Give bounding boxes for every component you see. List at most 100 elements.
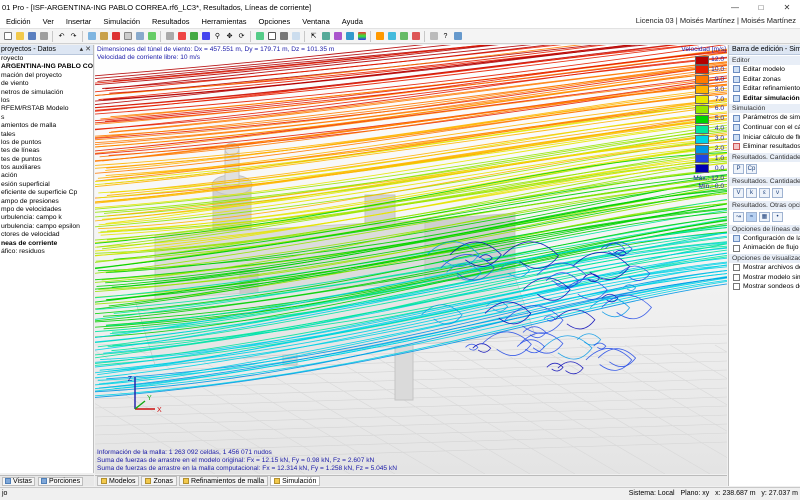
menu-item-simulacion[interactable]: Simulación	[97, 17, 146, 26]
navigator-item[interactable]: eficiente de superficie Cp	[0, 189, 93, 197]
streamline-scene[interactable]: Z XY	[95, 45, 727, 474]
settings-icon[interactable]	[428, 31, 439, 42]
edit-refinements-item[interactable]: Editar refinamientos	[729, 84, 800, 94]
undo-icon[interactable]: ↶	[56, 31, 67, 42]
navigator-item[interactable]: ación	[0, 172, 93, 180]
close-icon[interactable]: ✕	[774, 0, 800, 14]
pressure-icon[interactable]	[410, 31, 421, 42]
navigator-item[interactable]: esión superficial	[0, 181, 93, 189]
pan-icon[interactable]: ✥	[224, 31, 235, 42]
streamlines-button[interactable]: ≈	[746, 211, 757, 222]
help-icon[interactable]: ?	[440, 31, 451, 42]
menu-item-edicion[interactable]: Edición	[0, 17, 37, 26]
show-simplified-model-checkbox[interactable]	[733, 273, 740, 281]
probes-button[interactable]: •	[772, 211, 783, 222]
start-calc-item[interactable]: Iniciar cálculo de flujo	[729, 133, 800, 143]
minimize-icon[interactable]: —	[722, 0, 748, 14]
wireframe-icon[interactable]	[266, 31, 277, 42]
vectors-icon[interactable]	[398, 31, 409, 42]
navigator-item[interactable]: ctores de velocidad	[0, 231, 93, 239]
menu-item-ventana[interactable]: Ventana	[296, 17, 336, 26]
menu-item-opciones[interactable]: Opciones	[253, 17, 297, 26]
navigator-item[interactable]: de viento	[0, 80, 93, 88]
continue-calc-item[interactable]: Continuar con el cálculo	[729, 123, 800, 133]
zoom-icon[interactable]: ⚲	[212, 31, 223, 42]
navigator-item[interactable]: tes de líneas	[0, 147, 93, 155]
nu-button[interactable]: ν	[772, 187, 783, 198]
3d-viewport[interactable]: Z XY Dimensiones del túnel de viento: Dx …	[95, 45, 727, 474]
show-point-probes-checkbox[interactable]	[733, 283, 740, 291]
mesh-icon[interactable]	[134, 31, 145, 42]
tab-porciones[interactable]: Porciones	[37, 476, 84, 486]
solid-icon[interactable]	[278, 31, 289, 42]
rotate-icon[interactable]: ⟳	[236, 31, 247, 42]
model-icon[interactable]	[86, 31, 97, 42]
navigator-item[interactable]: tales	[0, 131, 93, 139]
navigator-item[interactable]: áfico: residuos	[0, 248, 93, 256]
navigator-item[interactable]: urbulencia: campo k	[0, 214, 93, 222]
view-iso-icon[interactable]	[164, 31, 175, 42]
tab-simulacion[interactable]: Simulación	[270, 476, 321, 486]
navigator-item[interactable]: tos auxiliares	[0, 164, 93, 172]
info-icon[interactable]	[452, 31, 463, 42]
menu-item-ayuda[interactable]: Ayuda	[336, 17, 369, 26]
show-result-files-item[interactable]: Mostrar archivos de resultados	[729, 263, 800, 273]
navigator-item[interactable]: urbulencia: campo epsilon	[0, 223, 93, 231]
navigator-item[interactable]: tes de puntos	[0, 156, 93, 164]
print-icon[interactable]	[38, 31, 49, 42]
edit-zones-item[interactable]: Editar zonas	[729, 75, 800, 85]
select-icon[interactable]: ⇱	[308, 31, 319, 42]
transparent-icon[interactable]	[290, 31, 301, 42]
navigator-item[interactable]: royecto	[0, 55, 93, 63]
tab-refinamientos[interactable]: Refinamientos de malla	[178, 476, 269, 486]
cp-button[interactable]: Cp	[746, 163, 757, 174]
edit-model-item[interactable]: Editar modelo	[729, 65, 800, 75]
tab-vistas[interactable]: Vistas	[2, 476, 35, 486]
tab-zonas[interactable]: Zonas	[141, 476, 177, 486]
velocity-button[interactable]: V	[733, 187, 744, 198]
menu-item-herramientas[interactable]: Herramientas	[196, 17, 253, 26]
edit-simulation-item[interactable]: Editar simulación	[729, 94, 800, 104]
stop-icon[interactable]	[110, 31, 121, 42]
navigator-item[interactable]: ampo de presiones	[0, 198, 93, 206]
show-point-probes-item[interactable]: Mostrar sondeos de puntos	[729, 282, 800, 292]
section-icon[interactable]	[332, 31, 343, 42]
save-icon[interactable]	[26, 31, 37, 42]
probe-icon[interactable]	[344, 31, 355, 42]
navigator-item[interactable]: ARGENTINA-ING PABLO CORRE.	[0, 63, 93, 71]
streamlines-icon[interactable]	[386, 31, 397, 42]
pin-icon[interactable]: ▴ ✕	[80, 45, 91, 53]
navigator-item[interactable]: s	[0, 114, 93, 122]
sim-parameters-item[interactable]: Parámetros de simulación	[729, 113, 800, 123]
navigator-item[interactable]: netros de simulación	[0, 89, 93, 97]
zones-icon[interactable]	[98, 31, 109, 42]
legend-icon[interactable]	[356, 31, 367, 42]
flow-animation-item[interactable]: Animación de flujo	[729, 243, 800, 253]
view-x-icon[interactable]	[176, 31, 187, 42]
render-icon[interactable]	[254, 31, 265, 42]
view-y-icon[interactable]	[188, 31, 199, 42]
delete-results-item[interactable]: Eliminar resultados	[729, 142, 800, 152]
vectors-button[interactable]: ↝	[733, 211, 744, 222]
navigator-item[interactable]: amientos de malla	[0, 122, 93, 130]
menu-item-insertar[interactable]: Insertar	[60, 17, 97, 26]
show-result-files-checkbox[interactable]	[733, 264, 740, 272]
tab-modelos[interactable]: Modelos	[97, 476, 140, 486]
streamline-config-item[interactable]: Configuración de las líneas	[729, 234, 800, 244]
redo-icon[interactable]: ↷	[68, 31, 79, 42]
navigator-item[interactable]: mpo de velocidades	[0, 206, 93, 214]
navigator-item[interactable]: mación del proyecto	[0, 72, 93, 80]
k-button[interactable]: k	[746, 187, 757, 198]
view-z-icon[interactable]	[200, 31, 211, 42]
open-folder-icon[interactable]	[14, 31, 25, 42]
navigator-item[interactable]: neas de corriente	[0, 240, 93, 248]
show-simplified-model-item[interactable]: Mostrar modelo simplificado	[729, 273, 800, 283]
flow-animation-checkbox[interactable]	[733, 244, 740, 252]
results-icon[interactable]	[146, 31, 157, 42]
surface-button[interactable]: ▦	[759, 211, 770, 222]
navigator-item[interactable]: los de puntos	[0, 139, 93, 147]
epsilon-button[interactable]: ε	[759, 187, 770, 198]
pressure-button[interactable]: P	[733, 163, 744, 174]
grid-icon[interactable]	[122, 31, 133, 42]
maximize-icon[interactable]: □	[748, 0, 774, 14]
